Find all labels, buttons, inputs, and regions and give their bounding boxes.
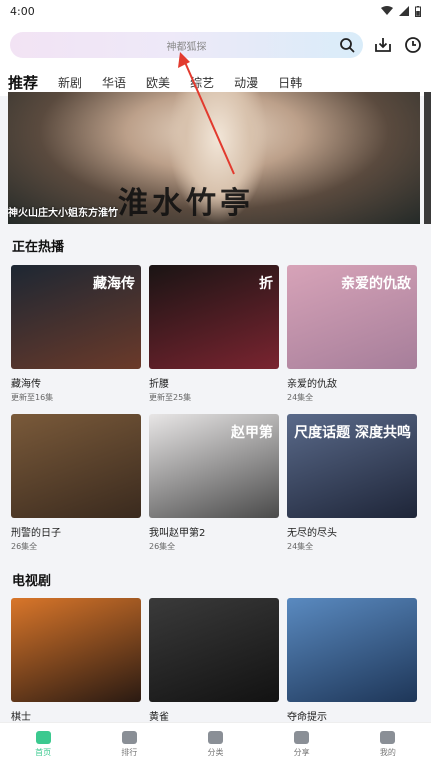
nav-item-home[interactable]: 首页 xyxy=(13,731,73,758)
media-card[interactable]: 黄雀 xyxy=(149,598,279,725)
episode-status: 更新至25集 xyxy=(149,393,192,402)
poster-image xyxy=(11,598,141,702)
media-card[interactable]: 亲爱的仇敌 亲爱的仇敌 24集全 xyxy=(287,265,417,403)
home-icon xyxy=(35,731,51,744)
now-playing-grid: 藏海传 藏海传 更新至16集折折腰 更新至25集 亲爱的仇敌 亲爱的仇敌 24集全 刑警的日子… xyxy=(11,265,417,565)
download-button[interactable] xyxy=(373,35,393,55)
episode-status: 更新至16集 xyxy=(11,393,54,402)
media-title: 黄雀 xyxy=(149,712,169,723)
poster-image: 赵甲第 xyxy=(149,414,279,518)
tv-grid: 棋士 黄雀 夺命提示 xyxy=(11,598,417,725)
poster-text: 尺度话题 深度共鸣 xyxy=(294,425,411,441)
episode-status: 24集全 xyxy=(287,393,314,402)
nav-item-category[interactable]: 分类 xyxy=(185,731,245,758)
poster-text: 亲爱的仇敌 xyxy=(341,276,411,292)
search-placeholder: 神都狐探 xyxy=(166,41,207,53)
nav-label: 分享 xyxy=(293,748,310,757)
clock-icon xyxy=(405,37,421,53)
nav-label: 首页 xyxy=(35,748,52,757)
header: 神都狐探 xyxy=(0,22,431,68)
media-title: 刑警的日子 xyxy=(11,528,61,539)
nav-label: 排行 xyxy=(121,748,138,757)
profile-icon xyxy=(380,731,396,744)
tab-western[interactable]: 欧美 xyxy=(146,74,170,91)
tab-new[interactable]: 新剧 xyxy=(58,74,82,91)
media-card[interactable]: 刑警的日子 26集全 xyxy=(11,414,141,552)
signal-icon xyxy=(399,6,409,16)
download-icon xyxy=(375,38,391,52)
poster-image: 亲爱的仇敌 xyxy=(287,265,417,369)
nav-label: 分类 xyxy=(207,748,224,757)
share-icon xyxy=(294,731,310,744)
battery-icon xyxy=(415,5,421,17)
poster-image xyxy=(11,414,141,518)
media-title: 我叫赵甲第2 xyxy=(149,528,206,539)
tab-variety[interactable]: 综艺 xyxy=(190,74,214,91)
bottom-nav: 首页 排行 分类 分享 我的 xyxy=(0,722,431,766)
category-icon xyxy=(207,731,223,744)
episode-status: 26集全 xyxy=(11,542,38,551)
poster-text: 折 xyxy=(259,276,273,292)
nav-label: 我的 xyxy=(379,748,396,757)
poster-text: 藏海传 xyxy=(93,276,135,292)
wifi-icon xyxy=(381,6,393,15)
media-card[interactable]: 折折腰更新至25集 xyxy=(149,265,279,403)
media-title: 亲爱的仇敌 xyxy=(287,379,337,390)
section-title-tv: 电视剧 xyxy=(12,574,52,589)
search-icon[interactable] xyxy=(339,37,355,53)
hero-banner[interactable]: 淮水竹亭 神火山庄大小姐东方淮竹 xyxy=(8,92,420,224)
section-title-now-playing: 正在热播 xyxy=(12,240,65,255)
media-card[interactable]: 藏海传 藏海传 更新至16集 xyxy=(11,265,141,403)
poster-image: 藏海传 xyxy=(11,265,141,369)
tab-chinese[interactable]: 华语 xyxy=(102,74,126,91)
poster-image xyxy=(287,598,417,702)
ranking-icon xyxy=(121,731,137,744)
nav-item-share[interactable]: 分享 xyxy=(272,731,332,758)
media-card[interactable]: 夺命提示 xyxy=(287,598,417,725)
nav-item-profile[interactable]: 我的 xyxy=(358,731,418,758)
poster-text: 赵甲第 xyxy=(231,425,273,441)
media-card[interactable]: 尺度话题 深度共鸣无尽的尽头 24集全 xyxy=(287,414,417,552)
tab-anime[interactable]: 动漫 xyxy=(234,74,258,91)
episode-status: 26集全 xyxy=(149,542,176,551)
media-title: 棋士 xyxy=(11,712,31,723)
banner-next-peek[interactable] xyxy=(424,92,431,224)
search-input[interactable]: 神都狐探 xyxy=(10,32,363,58)
media-title: 折腰 xyxy=(149,379,169,390)
episode-status: 24集全 xyxy=(287,542,314,551)
status-time: 4:00 xyxy=(10,4,35,18)
tab-korean[interactable]: 日韩 xyxy=(278,74,302,91)
nav-item-ranking[interactable]: 排行 xyxy=(99,731,159,758)
media-card[interactable]: 赵甲第我叫赵甲第2 26集全 xyxy=(149,414,279,552)
status-bar: 4:00 xyxy=(0,0,431,22)
media-title: 无尽的尽头 xyxy=(287,528,337,539)
banner-art-text: 淮水竹亭 xyxy=(118,186,254,221)
history-button[interactable] xyxy=(403,35,423,55)
media-title: 夺命提示 xyxy=(287,712,327,723)
banner-caption: 神火山庄大小姐东方淮竹 xyxy=(8,208,118,219)
tab-recommend[interactable]: 推荐 xyxy=(8,72,38,100)
media-card[interactable]: 棋士 xyxy=(11,598,141,725)
poster-image xyxy=(149,598,279,702)
poster-image: 尺度话题 深度共鸣 xyxy=(287,414,417,518)
poster-image: 折 xyxy=(149,265,279,369)
media-title: 藏海传 xyxy=(11,379,41,390)
